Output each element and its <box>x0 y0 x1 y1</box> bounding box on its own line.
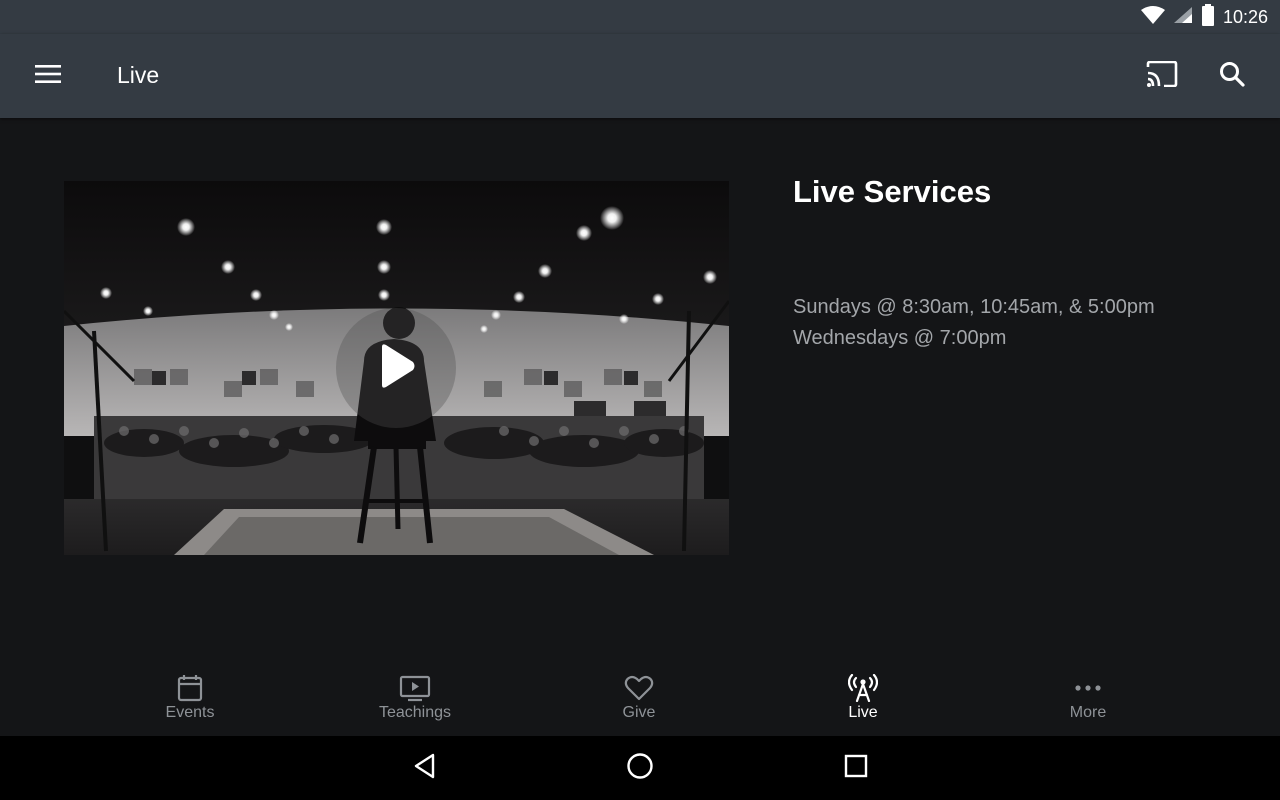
search-button[interactable] <box>1212 56 1252 96</box>
tv-play-icon <box>399 674 431 702</box>
status-bar: 10:26 <box>0 0 1280 34</box>
bottom-navigation: Events Teachings Give Live More <box>0 660 1280 736</box>
battery-icon <box>1201 3 1215 31</box>
page-title: Live <box>117 62 160 88</box>
app-bar: Live <box>0 34 1280 118</box>
calendar-icon <box>177 674 203 702</box>
heart-icon <box>624 674 654 702</box>
cast-icon <box>1146 60 1178 92</box>
nav-item-teachings[interactable]: Teachings <box>335 660 495 736</box>
nav-label-events: Events <box>165 704 215 721</box>
search-icon <box>1219 61 1245 92</box>
play-icon <box>376 343 416 394</box>
back-triangle-icon <box>413 753 437 784</box>
nav-label-teachings: Teachings <box>378 704 452 721</box>
play-button[interactable] <box>336 308 456 428</box>
nav-item-give[interactable]: Give <box>559 660 719 736</box>
schedule-line-sundays: Sundays @ 8:30am, 10:45am, & 5:00pm <box>793 296 1155 318</box>
cast-button[interactable] <box>1142 56 1182 96</box>
live-video-player[interactable] <box>64 181 729 555</box>
nav-label-give: Give <box>622 704 656 721</box>
hamburger-menu-icon <box>35 64 61 88</box>
system-recents-button[interactable] <box>836 748 876 788</box>
wifi-icon <box>1140 5 1165 29</box>
system-navigation-bar <box>0 736 1280 800</box>
service-schedule: Sundays @ 8:30am, 10:45am, & 5:00pm Wedn… <box>793 292 1155 354</box>
menu-button[interactable] <box>30 58 66 94</box>
live-services-heading: Live Services <box>793 174 992 209</box>
nav-label-more: More <box>1069 704 1107 721</box>
signal-icon <box>1173 6 1193 29</box>
recents-square-icon <box>844 754 868 783</box>
schedule-line-wednesdays: Wednesdays @ 7:00pm <box>793 327 1007 349</box>
status-time: 10:26 <box>1222 6 1268 27</box>
nav-item-live[interactable]: Live <box>783 660 943 736</box>
home-circle-icon <box>626 752 654 785</box>
broadcast-tower-icon <box>848 674 878 702</box>
nav-item-events[interactable]: Events <box>110 660 270 736</box>
nav-label-live: Live <box>848 704 878 721</box>
more-dots-icon <box>1074 674 1102 702</box>
system-back-button[interactable] <box>405 748 445 788</box>
system-home-button[interactable] <box>620 748 660 788</box>
nav-item-more[interactable]: More <box>1008 660 1168 736</box>
